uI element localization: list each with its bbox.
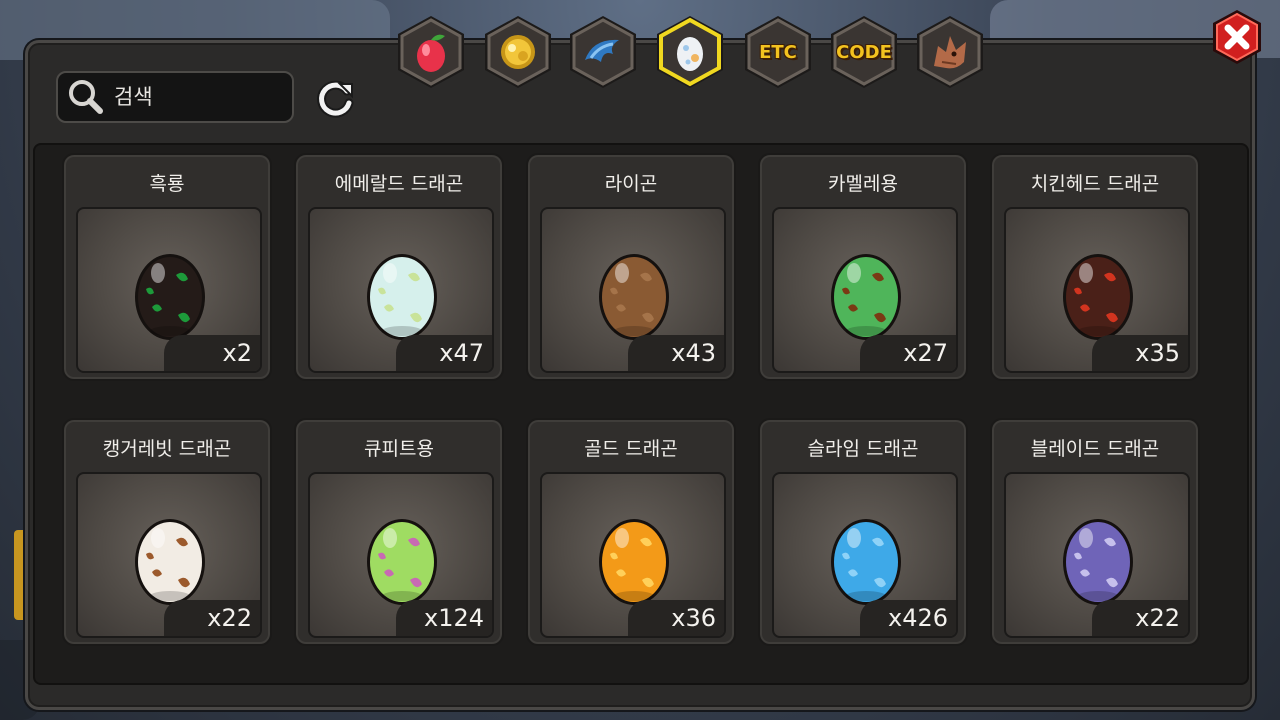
- item-slot: x36: [540, 472, 726, 638]
- dragon-egg-icon: [367, 254, 437, 340]
- item-card[interactable]: 치킨헤드 드래곤 x35: [990, 153, 1200, 381]
- dragon-egg-icon: [135, 519, 205, 605]
- tab-etc-label: ETC: [759, 41, 797, 63]
- item-card[interactable]: 에메랄드 드래곤 x47: [294, 153, 504, 381]
- dragon-egg-icon: [831, 254, 901, 340]
- claw-icon: [585, 39, 619, 62]
- tab-claw[interactable]: [563, 12, 643, 92]
- item-count: x43: [628, 335, 724, 371]
- search-input[interactable]: [112, 84, 276, 110]
- item-card[interactable]: 블레이드 드래곤 x22: [990, 418, 1200, 646]
- item-name: 골드 드래곤: [584, 438, 678, 460]
- item-count: x2: [164, 335, 260, 371]
- tab-code[interactable]: CODE: [824, 12, 904, 92]
- item-name: 캥거레빗 드래곤: [102, 438, 232, 460]
- dragon-egg-icon: [367, 519, 437, 605]
- item-card[interactable]: 라이곤 x43: [526, 153, 736, 381]
- item-count: x27: [860, 335, 956, 371]
- item-count: x22: [164, 600, 260, 636]
- item-slot: x426: [772, 472, 958, 638]
- item-count: x36: [628, 600, 724, 636]
- item-name: 흑룡: [149, 173, 185, 195]
- item-card[interactable]: 골드 드래곤 x36: [526, 418, 736, 646]
- tab-code-label: CODE: [836, 41, 892, 63]
- item-card[interactable]: 슬라임 드래곤 x426: [758, 418, 968, 646]
- item-slot: x35: [1004, 207, 1190, 373]
- item-slot: x22: [1004, 472, 1190, 638]
- item-name: 라이곤: [604, 173, 658, 195]
- dragon-egg-icon: [599, 254, 669, 340]
- item-count: x35: [1092, 335, 1188, 371]
- search-icon: [69, 80, 103, 114]
- gold-coin-icon: [501, 35, 535, 69]
- dragon-egg-icon: [135, 254, 205, 340]
- item-name: 에메랄드 드래곤: [334, 173, 464, 195]
- item-slot: x27: [772, 207, 958, 373]
- item-name: 블레이드 드래곤: [1030, 438, 1160, 460]
- tab-etc[interactable]: ETC: [738, 12, 818, 92]
- egg-icon: [677, 37, 703, 71]
- item-slot: x124: [308, 472, 494, 638]
- item-count: x47: [396, 335, 492, 371]
- refresh-icon: [317, 80, 354, 118]
- fruit-icon: [417, 34, 445, 72]
- item-card[interactable]: 카멜레용 x27: [758, 153, 968, 381]
- dragon-egg-icon: [831, 519, 901, 605]
- item-count: x124: [396, 600, 492, 636]
- item-slot: x22: [76, 472, 262, 638]
- dragon-egg-icon: [599, 519, 669, 605]
- item-card[interactable]: 캥거레빗 드래곤 x22: [62, 418, 272, 646]
- search-box[interactable]: [56, 71, 294, 123]
- item-count: x426: [860, 600, 956, 636]
- item-name: 큐피트용: [364, 438, 434, 460]
- tab-egg[interactable]: [650, 12, 730, 92]
- item-card[interactable]: 큐피트용 x124: [294, 418, 504, 646]
- item-slot: x43: [540, 207, 726, 373]
- close-icon: [1213, 10, 1261, 64]
- item-slot: x47: [308, 207, 494, 373]
- item-slot: x2: [76, 207, 262, 373]
- dragon-egg-icon: [1063, 519, 1133, 605]
- dragon-egg-icon: [1063, 254, 1133, 340]
- dragon-icon: [934, 36, 966, 69]
- item-count: x22: [1092, 600, 1188, 636]
- tab-fruit[interactable]: [391, 12, 471, 92]
- tab-gold[interactable]: [478, 12, 558, 92]
- item-card[interactable]: 흑룡 x2: [62, 153, 272, 381]
- item-name: 카멜레용: [828, 173, 898, 195]
- tab-dragon[interactable]: [910, 12, 990, 92]
- close-button[interactable]: [1208, 8, 1266, 66]
- item-name: 슬라임 드래곤: [807, 438, 919, 460]
- item-name: 치킨헤드 드래곤: [1030, 173, 1160, 195]
- refresh-button[interactable]: [312, 76, 358, 122]
